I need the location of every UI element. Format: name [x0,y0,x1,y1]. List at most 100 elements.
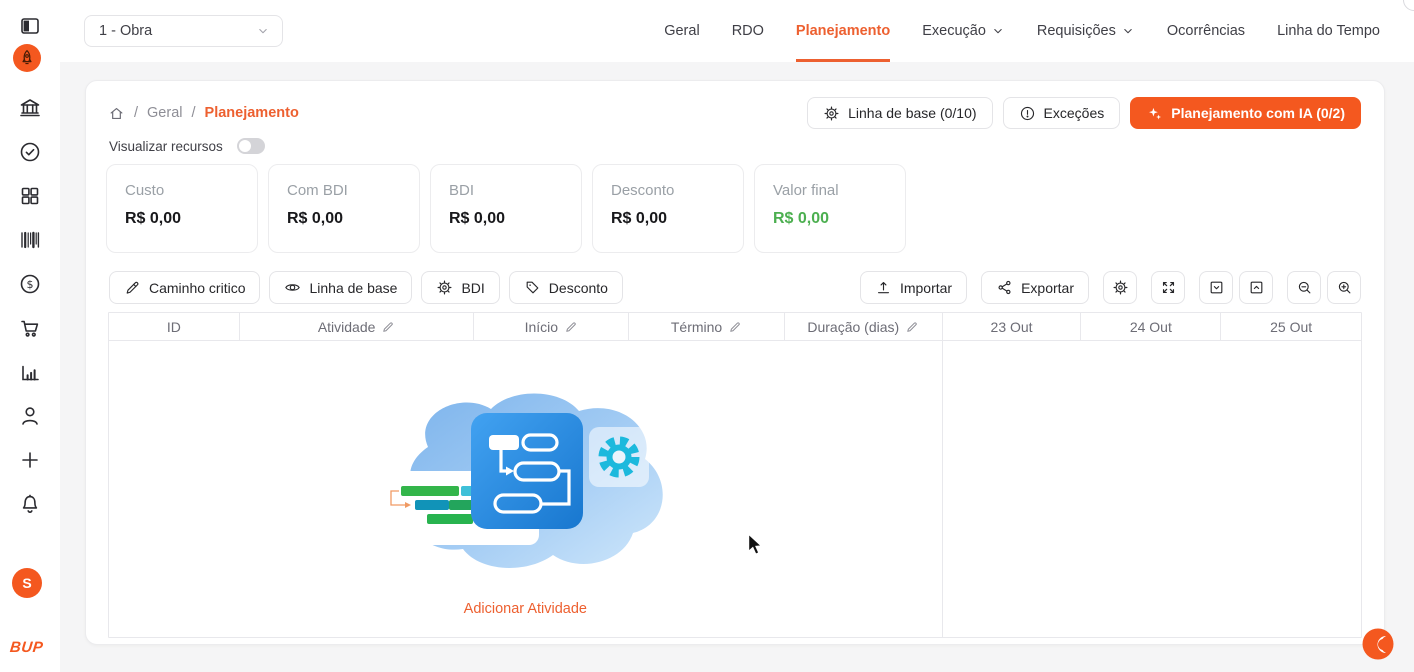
export-button[interactable]: Exportar [981,271,1089,304]
breadcrumb-separator: / [134,105,138,121]
eye-icon [284,279,301,296]
zoom-out-button[interactable] [1287,271,1321,304]
check-circle-icon [18,140,42,164]
project-selector-value: 1 - Obra [99,23,256,39]
add-activity-link[interactable]: Adicionar Atividade [464,601,587,617]
sidebar-item-inventory[interactable] [15,225,45,255]
breadcrumb-separator: / [192,105,196,121]
person-icon [18,404,42,428]
gear-icon [823,105,840,122]
gantt-table-header: ID Atividade Início Término Duração (dia… [109,313,1361,341]
stats-row: Custo R$ 0,00 Com BDI R$ 0,00 BDI R$ 0,0… [106,164,906,253]
edit-pencil-icon[interactable] [564,320,578,334]
sidebar-item-reports[interactable] [15,357,45,387]
stat-card-bdi: BDI R$ 0,00 [430,164,582,253]
sidebar-item-bank[interactable] [15,93,45,123]
edit-pencil-icon[interactable] [905,320,919,334]
stat-card-valor-final: Valor final R$ 0,00 [754,164,906,253]
fullscreen-icon [1160,279,1177,296]
sidebar: S BUP [0,0,60,672]
sidebar-item-modules[interactable] [15,181,45,211]
discount-button[interactable]: Desconto [509,271,623,304]
gantt-toolbar: Caminho critico Linha de base BDI Descon… [109,271,1361,304]
expand-all-button[interactable] [1239,271,1273,304]
zoom-in-button[interactable] [1327,271,1361,304]
stat-card-com-bdi: Com BDI R$ 0,00 [268,164,420,253]
ai-planning-button[interactable]: Planejamento com IA (0/2) [1130,97,1361,129]
chevron-down-icon [256,24,270,38]
planning-card: / Geral / Planejamento Linha de base (0/… [85,80,1385,645]
column-header-duracao[interactable]: Duração (dias) [785,313,943,340]
tab-geral[interactable]: Geral [664,0,699,62]
breadcrumb-geral[interactable]: Geral [147,105,182,121]
avatar[interactable]: S [12,568,42,598]
gantt-table: ID Atividade Início Término Duração (dia… [108,312,1362,638]
bdi-button[interactable]: BDI [421,271,499,304]
column-header-id[interactable]: ID [109,313,240,340]
tab-linha-do-tempo[interactable]: Linha do Tempo [1277,0,1380,62]
baseline-view-button[interactable]: Linha de base [269,271,412,304]
bank-icon [18,96,42,120]
zoom-out-icon [1296,279,1313,296]
grid-icon [18,184,42,208]
rocket-icon[interactable] [13,44,41,72]
gantt-timeline-area [943,341,1361,638]
stat-card-desconto: Desconto R$ 0,00 [592,164,744,253]
column-header-23-out: 23 Out [943,313,1082,340]
home-icon[interactable] [108,105,125,122]
breadcrumb-planejamento: Planejamento [205,105,299,121]
tab-rdo[interactable]: RDO [732,0,764,62]
collapse-all-icon [1208,279,1225,296]
stat-card-custo: Custo R$ 0,00 [106,164,258,253]
upload-icon [875,279,892,296]
sidebar-item-notifications[interactable] [15,489,45,519]
panel-toggle-icon[interactable] [15,11,45,41]
bar-chart-icon [18,360,42,384]
topbar: 1 - Obra Geral RDO Planejamento Execução… [60,0,1414,62]
exclamation-circle-icon [1019,105,1036,122]
empty-state: Adicionar Atividade [109,383,942,617]
main-tabs: Geral RDO Planejamento Execução Requisiç… [664,0,1414,62]
sidebar-item-add[interactable] [15,445,45,475]
resources-toggle[interactable] [237,138,265,154]
share-icon [996,279,1013,296]
tab-planejamento[interactable]: Planejamento [796,0,890,62]
tag-icon [524,279,541,296]
sidebar-item-finance[interactable] [15,269,45,299]
expand-all-icon [1248,279,1265,296]
cart-icon [18,316,42,340]
baseline-settings-button[interactable]: Linha de base (0/10) [807,97,992,129]
column-header-inicio[interactable]: Início [474,313,629,340]
edit-pencil-icon[interactable] [728,320,742,334]
tab-ocorrencias[interactable]: Ocorrências [1167,0,1245,62]
resources-toggle-label: Visualizar recursos [109,139,223,154]
tab-requisicoes[interactable]: Requisições [1037,0,1135,62]
zoom-in-icon [1336,279,1353,296]
exceptions-button[interactable]: Exceções [1003,97,1121,129]
chevron-down-icon [1121,24,1135,38]
import-button[interactable]: Importar [860,271,967,304]
gantt-settings-button[interactable] [1103,271,1137,304]
gear-icon [436,279,453,296]
critical-path-button[interactable]: Caminho critico [109,271,260,304]
collapse-all-button[interactable] [1199,271,1233,304]
sparkles-icon [1146,105,1163,122]
app-root: S BUP 1 - Obra Geral RDO Planejamento Ex… [0,0,1414,672]
column-header-termino[interactable]: Término [629,313,785,340]
sidebar-item-users[interactable] [15,401,45,431]
tab-execucao[interactable]: Execução [922,0,1005,62]
chat-widget-button[interactable] [1362,628,1395,661]
plus-icon [18,448,42,472]
breadcrumb: / Geral / Planejamento [108,105,299,122]
dollar-circle-icon [18,272,42,296]
sidebar-item-tasks[interactable] [15,137,45,167]
app-logo: BUP [9,639,44,656]
sidebar-item-purchases[interactable] [15,313,45,343]
column-header-atividade[interactable]: Atividade [240,313,475,340]
edit-pencil-icon[interactable] [381,320,395,334]
gantt-rows-area: Adicionar Atividade [109,341,943,638]
project-selector[interactable]: 1 - Obra [84,15,283,47]
fullscreen-button[interactable] [1151,271,1185,304]
column-header-24-out: 24 Out [1081,313,1221,340]
barcode-icon [18,228,42,252]
